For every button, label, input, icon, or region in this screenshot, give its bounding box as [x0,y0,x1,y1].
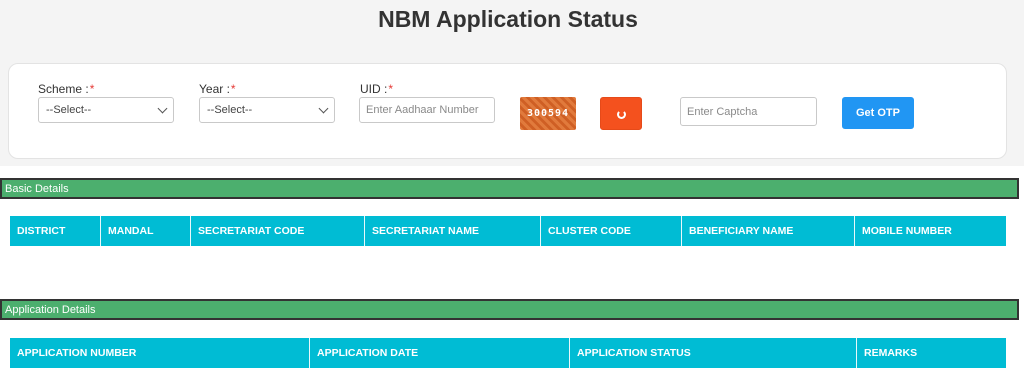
refresh-icon [617,110,626,119]
scheme-select-value: --Select-- [46,104,92,116]
column-header: APPLICATION NUMBER [10,338,310,368]
scheme-select[interactable]: --Select-- [38,97,174,123]
basic-details-header: Basic Details [0,178,1019,199]
captcha-input[interactable]: Enter Captcha [680,97,817,126]
chevron-down-icon [318,103,329,114]
column-header: APPLICATION DATE [310,338,570,368]
uid-input[interactable]: Enter Aadhaar Number [359,97,495,123]
year-label-text: Year : [199,82,230,96]
column-header: BENEFICIARY NAME [682,216,855,246]
required-mark: * [89,82,95,96]
uid-label: UID :* [360,82,393,96]
required-mark: * [230,82,236,96]
column-header: MOBILE NUMBER [862,225,952,237]
column-header: MANDAL [101,216,191,246]
column-header: REMARKS [864,347,918,359]
basic-details-table-header: DISTRICT MANDAL SECRETARIAT CODE SECRETA… [10,216,1006,246]
page-title: NBM Application Status [378,6,638,32]
column-header: CLUSTER CODE [541,216,682,246]
application-details-header: Application Details [0,299,1019,320]
year-select-value: --Select-- [207,104,253,116]
required-mark: * [388,82,394,96]
year-select[interactable]: --Select-- [199,97,335,123]
column-header: SECRETARIAT CODE [191,216,365,246]
column-header: SECRETARIAT NAME [365,216,541,246]
refresh-captcha-button[interactable] [600,97,642,130]
application-details-table-header: APPLICATION NUMBER APPLICATION DATE APPL… [10,338,1006,368]
column-header: DISTRICT [10,216,101,246]
captcha-input-placeholder: Enter Captcha [687,106,758,118]
year-label: Year :* [199,82,236,96]
uid-label-text: UID : [360,82,388,96]
scheme-label: Scheme :* [38,82,94,96]
get-otp-button[interactable]: Get OTP [842,97,914,129]
uid-input-placeholder: Enter Aadhaar Number [366,104,479,116]
captcha-code: 300594 [526,108,570,119]
chevron-down-icon [157,103,168,114]
column-header: APPLICATION STATUS [570,338,857,368]
scheme-label-text: Scheme : [38,82,89,96]
captcha-image: 300594 [520,97,576,130]
